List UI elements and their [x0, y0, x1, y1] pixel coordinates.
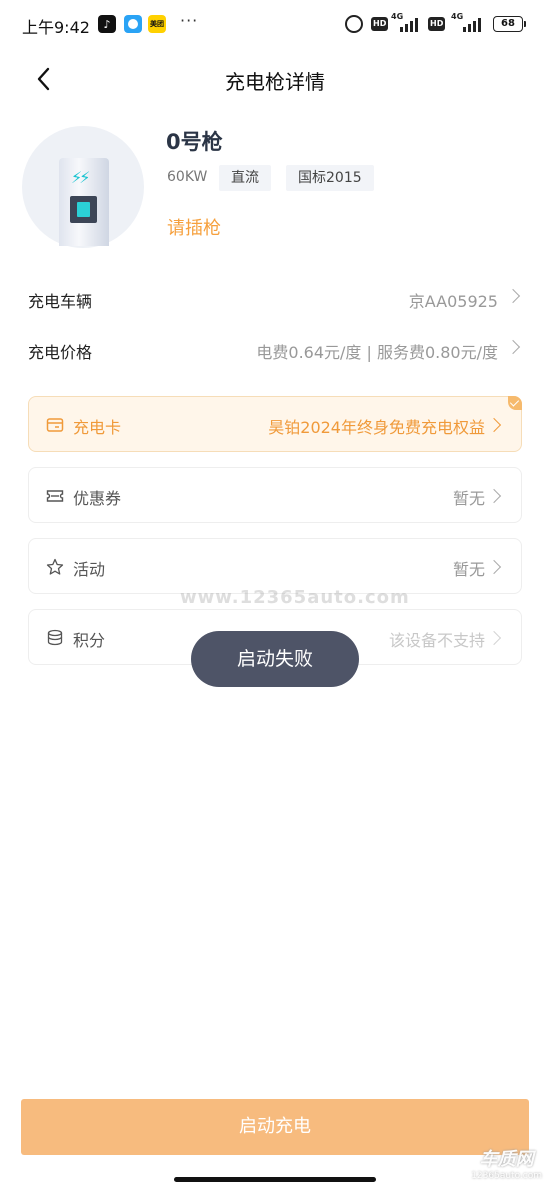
vehicle-label: 充电车辆 [28, 292, 93, 311]
battery-icon: 68 [493, 16, 526, 32]
price-label: 充电价格 [28, 343, 93, 362]
start-charging-button[interactable]: 启动充电 [21, 1099, 529, 1155]
network-type-label: 4G [451, 12, 464, 21]
charging-pile-image: ⚡⚡ [22, 126, 144, 248]
coupon-value: 暂无 [452, 489, 485, 508]
tag-current-type: 直流 [219, 165, 271, 191]
watermark-text: www.12365auto.com [180, 587, 410, 608]
points-value: 该设备不支持 [388, 631, 485, 650]
logo-main-text: 车质网 [479, 1149, 534, 1170]
alarm-icon [345, 15, 363, 33]
coins-icon [47, 629, 63, 646]
activity-option[interactable]: 活动 暂无 [28, 538, 522, 594]
hd-badge: HD [371, 17, 389, 31]
logo-sub-text: 12365auto.com [471, 1171, 542, 1181]
chevron-right-icon [486, 488, 502, 504]
vehicle-row[interactable]: 充电车辆 京AA05925 [28, 284, 522, 314]
blue-app-icon [124, 15, 142, 33]
chevron-right-icon [486, 559, 502, 575]
error-toast: 启动失败 [191, 631, 359, 687]
meituan-icon: 美团 [148, 15, 166, 33]
more-notifications-icon: ··· [180, 11, 199, 30]
status-bar: 上午9:42 ♪ 美团 ··· HD 4G HD 4G 68 [0, 0, 550, 50]
activity-label: 活动 [73, 560, 106, 579]
chevron-right-icon [486, 630, 502, 646]
charger-body: ⚡⚡ [59, 158, 109, 246]
activity-value: 暂无 [452, 560, 485, 579]
gun-power: 60KW [167, 169, 208, 185]
charge-card-option[interactable]: 充电卡 昊铂2024年终身免费充电权益 [28, 396, 522, 452]
page-title: 充电枪详情 [225, 70, 325, 94]
vehicle-value: 京AA05925 [408, 292, 498, 311]
card-icon [46, 418, 64, 432]
ticket-icon [46, 490, 64, 502]
tiktok-icon: ♪ [98, 15, 116, 33]
hd-badge: HD [428, 17, 446, 31]
gun-name: 0号枪 [166, 130, 223, 154]
chevron-right-icon [486, 417, 502, 433]
star-icon [46, 558, 64, 575]
signal-icon [463, 16, 481, 32]
coupon-label: 优惠券 [73, 489, 122, 508]
lightning-icon: ⚡⚡ [71, 168, 91, 187]
chevron-right-icon [505, 288, 521, 304]
charge-card-label: 充电卡 [73, 418, 122, 437]
home-indicator[interactable] [174, 1177, 376, 1182]
gun-status: 请插枪 [167, 218, 221, 239]
price-row[interactable]: 充电价格 电费0.64元/度 | 服务费0.80元/度 [28, 335, 522, 365]
chevron-right-icon [505, 339, 521, 355]
coupon-option[interactable]: 优惠券 暂无 [28, 467, 522, 523]
tag-standard: 国标2015 [286, 165, 374, 191]
points-label: 积分 [73, 631, 106, 650]
signal-icon [400, 16, 418, 32]
charger-screen [70, 196, 97, 223]
charge-card-value: 昊铂2024年终身免费充电权益 [268, 418, 485, 437]
site-logo-watermark: 车质网 12365auto.com [471, 1145, 542, 1181]
status-time: 上午9:42 [22, 18, 90, 37]
price-value: 电费0.64元/度 | 服务费0.80元/度 [256, 343, 498, 362]
selected-check-icon [508, 396, 522, 410]
